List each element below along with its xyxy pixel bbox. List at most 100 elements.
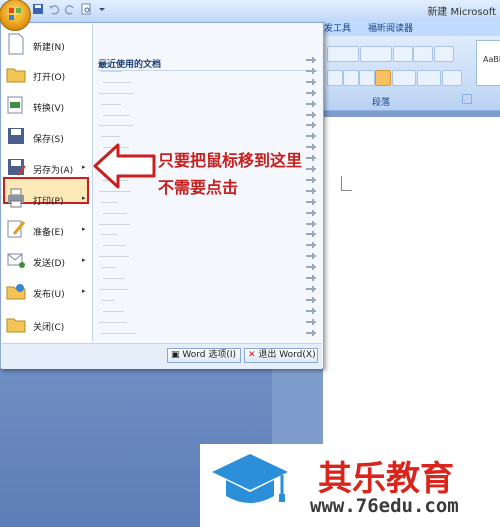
recent-document-entry[interactable] — [99, 223, 130, 225]
watermark-url: www.76edu.com — [310, 495, 459, 517]
redo-icon[interactable] — [64, 3, 76, 15]
print-preview-icon[interactable] — [80, 3, 92, 15]
pin-icon[interactable] — [306, 274, 316, 282]
pin-icon[interactable] — [306, 121, 316, 129]
save-icon[interactable] — [32, 3, 44, 15]
menu-item-save[interactable]: 保存(S) — [2, 123, 90, 151]
pin-icon[interactable] — [306, 111, 316, 119]
menu-item-close[interactable]: 关闭(C) — [2, 311, 90, 339]
pin-icon[interactable] — [306, 230, 316, 238]
recent-document-entry[interactable] — [99, 321, 127, 323]
borders-button[interactable] — [442, 70, 462, 86]
recent-document-entry[interactable] — [101, 234, 117, 236]
menu-item-prepare[interactable]: 准备(E) ▸ — [2, 216, 90, 244]
pin-icon[interactable] — [306, 89, 316, 97]
pin-icon[interactable] — [306, 56, 316, 64]
pin-icon[interactable] — [306, 67, 316, 75]
justify-button[interactable] — [375, 70, 391, 86]
menu-item-label: 保存(S) — [33, 135, 64, 145]
recent-document-entry[interactable] — [99, 288, 128, 290]
menu-item-label: 打印(P) — [33, 197, 64, 207]
menu-item-publish[interactable]: 发布(U) ▸ — [2, 278, 90, 306]
word-options-button[interactable]: ▣ Word 选项(I) — [167, 348, 241, 363]
pin-icon[interactable] — [306, 307, 316, 315]
numbering-button[interactable] — [360, 46, 392, 62]
send-icon — [7, 253, 25, 268]
pin-icon[interactable] — [306, 198, 316, 206]
recent-document-entry[interactable] — [101, 267, 116, 269]
submenu-arrow-icon: ▸ — [82, 287, 86, 295]
align-center-button[interactable] — [343, 70, 359, 86]
recent-document-entry[interactable] — [103, 278, 125, 279]
recent-document-entry[interactable] — [99, 60, 113, 61]
recent-document-entry[interactable] — [99, 256, 129, 258]
menu-item-save-as[interactable]: 另存为(A) ▸ — [2, 154, 90, 182]
tab-developer[interactable]: 发工具 — [324, 21, 351, 34]
undo-icon[interactable] — [48, 3, 60, 15]
pin-icon[interactable] — [306, 143, 316, 151]
quick-access-toolbar — [32, 3, 108, 17]
pin-icon[interactable] — [306, 100, 316, 108]
pin-icon[interactable] — [306, 154, 316, 162]
line-spacing-button[interactable] — [392, 70, 416, 86]
shading-button[interactable] — [417, 70, 441, 86]
recent-document-entry[interactable] — [99, 125, 133, 127]
recent-document-entry[interactable] — [103, 310, 124, 312]
pin-icon[interactable] — [306, 329, 316, 337]
align-right-button[interactable] — [359, 70, 375, 86]
office-logo-icon — [9, 8, 21, 20]
recent-document-entry[interactable] — [101, 201, 118, 203]
submenu-arrow-icon: ▸ — [82, 225, 86, 233]
show-marks-button[interactable] — [434, 46, 454, 62]
recent-documents-divider — [97, 70, 319, 71]
customize-toolbar-icon[interactable] — [96, 3, 108, 15]
pin-icon[interactable] — [306, 78, 316, 86]
pin-icon[interactable] — [306, 209, 316, 217]
pin-icon[interactable] — [306, 252, 316, 260]
align-left-button[interactable] — [327, 70, 343, 86]
menu-item-label: 转换(V) — [33, 104, 65, 114]
menu-item-label: 关闭(C) — [33, 323, 65, 333]
recent-document-entry[interactable] — [103, 114, 130, 116]
pin-icon[interactable] — [306, 176, 316, 184]
recent-document-entry[interactable] — [101, 103, 121, 105]
submenu-arrow-icon: ▸ — [82, 256, 86, 264]
pin-icon[interactable] — [306, 296, 316, 304]
pin-icon[interactable] — [306, 132, 316, 140]
convert-icon — [7, 96, 23, 114]
menu-item-label: 发布(U) — [33, 290, 65, 300]
sort-button[interactable] — [413, 46, 433, 62]
menu-item-new[interactable]: 新建(N) — [2, 31, 90, 59]
pin-icon[interactable] — [306, 220, 316, 228]
pin-icon[interactable] — [306, 263, 316, 271]
prepare-icon — [7, 220, 26, 238]
recent-documents-title: 最近使用的文档 — [98, 60, 162, 70]
graduation-cap-icon — [212, 454, 288, 503]
menu-item-open[interactable]: 打开(O) — [2, 61, 90, 89]
menu-item-print[interactable]: 打印(P) ▸ — [2, 185, 90, 213]
recent-document-entry[interactable] — [101, 299, 115, 301]
annotation-arrow-icon — [93, 143, 156, 189]
paragraph-dialog-launcher-icon[interactable] — [462, 94, 472, 104]
recent-document-entry[interactable] — [103, 81, 131, 83]
pin-icon[interactable] — [306, 165, 316, 173]
pin-icon[interactable] — [306, 318, 316, 326]
pin-icon[interactable] — [306, 241, 316, 249]
recent-document-entry[interactable] — [101, 70, 122, 72]
menu-item-convert[interactable]: 转换(V) — [2, 92, 90, 120]
bullets-button[interactable] — [327, 46, 359, 62]
recent-document-entry[interactable] — [103, 245, 126, 247]
paragraph-group-label: 段落 — [372, 98, 391, 108]
recent-document-entry[interactable] — [99, 92, 134, 94]
close-folder-icon — [6, 318, 26, 333]
save-disk-icon — [8, 128, 24, 144]
recent-document-entry[interactable] — [103, 212, 127, 214]
pin-icon[interactable] — [306, 285, 316, 293]
decrease-indent-button[interactable] — [393, 46, 413, 62]
pin-icon[interactable] — [306, 187, 316, 195]
recent-document-entry[interactable] — [101, 332, 136, 334]
tab-foxit-reader[interactable]: 福昕阅读器 — [368, 21, 413, 34]
recent-document-entry[interactable] — [101, 136, 120, 138]
exit-word-button[interactable]: ✕ 退出 Word(X) — [244, 348, 318, 363]
menu-item-send[interactable]: 发送(D) ▸ — [2, 247, 90, 275]
